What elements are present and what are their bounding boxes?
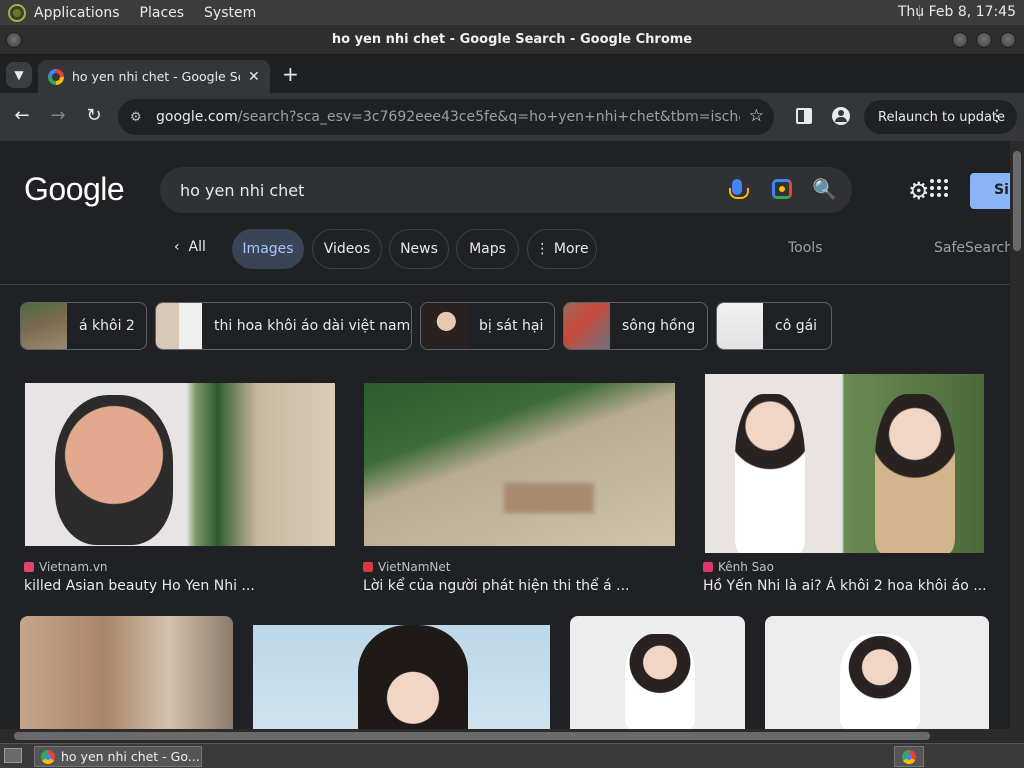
related-thumbnail (21, 303, 67, 349)
vertical-scroll-thumb[interactable] (1013, 151, 1021, 251)
bookmark-star-icon[interactable]: ☆ (749, 106, 764, 126)
profile-avatar-icon[interactable] (832, 107, 850, 125)
relaunch-label: Relaunch to update (878, 109, 1006, 125)
tab-news[interactable]: News (389, 229, 449, 269)
related-search-chip[interactable]: sông hồng (563, 302, 708, 350)
window-title: ho yen nhi chet - Google Search - Google… (331, 32, 693, 47)
tab-title: ho yen nhi chet - Google Sear (72, 69, 240, 84)
result-image[interactable] (570, 616, 745, 729)
source-favicon-icon (24, 562, 34, 572)
related-search-label: sông hồng (622, 318, 696, 334)
more-vert-icon: ⋮ (535, 241, 554, 257)
browser-toolbar: ← → ↻ ⚙ google.com/search?sca_esv=3c7692… (0, 93, 1024, 141)
google-logo[interactable]: Google (24, 171, 125, 208)
related-search-label: thi hoa khôi áo dài việt nam (214, 318, 411, 334)
forward-arrow-icon[interactable]: → (46, 105, 70, 126)
chrome-icon (41, 749, 55, 764)
site-info-icon[interactable]: ⚙ (130, 110, 148, 125)
result-image[interactable] (25, 383, 335, 546)
result-image[interactable] (765, 616, 989, 729)
minimize-button[interactable] (952, 32, 968, 48)
apps-grid-icon[interactable] (930, 179, 948, 197)
vertical-scrollbar[interactable] (1010, 141, 1024, 729)
os-logo-icon[interactable] (8, 3, 26, 22)
search-query[interactable]: ho yen nhi chet (180, 181, 700, 200)
close-window-button[interactable] (1000, 32, 1016, 48)
related-search-chip[interactable]: thi hoa khôi áo dài việt nam (155, 302, 412, 350)
horizontal-scrollbar[interactable] (0, 729, 1024, 743)
related-thumbnail (564, 303, 610, 349)
related-search-chip[interactable]: á khôi 2 (20, 302, 147, 350)
sign-in-button[interactable]: Si (970, 173, 1010, 209)
reload-icon[interactable]: ↻ (82, 105, 106, 126)
tab-images[interactable]: Images (232, 229, 304, 269)
related-search-chip[interactable]: cô gái (716, 302, 832, 350)
taskbar-window-title: ho yen nhi chet - Go... (61, 749, 200, 764)
places-menu[interactable]: Places (140, 5, 185, 21)
result-source[interactable]: VietNamNet (363, 560, 450, 574)
os-top-panel: Applications Places System Thu Feb 8, 17… (0, 0, 1024, 25)
search-icon[interactable]: 🔍 (812, 177, 837, 201)
result-image[interactable] (253, 625, 550, 729)
result-caption[interactable]: killed Asian beauty Ho Yen Nhi ... (24, 578, 255, 594)
tab-search-button[interactable]: ▼ (6, 62, 32, 88)
tools-button[interactable]: Tools (788, 240, 823, 256)
source-favicon-icon (363, 562, 373, 572)
related-thumbnail (717, 303, 763, 349)
result-caption[interactable]: Hồ Yến Nhi là ai? Á khôi 2 hoa khôi áo .… (703, 578, 987, 594)
show-desktop-icon[interactable] (4, 748, 22, 763)
browser-tab[interactable]: ho yen nhi chet - Google Sear ✕ (38, 60, 270, 93)
chevron-down-icon: ▼ (14, 68, 24, 82)
taskbar-window-button[interactable]: ho yen nhi chet - Go... (34, 746, 202, 767)
search-filters: ‹ All Images Videos News Maps ⋮ More Too… (0, 229, 1010, 269)
safesearch-button[interactable]: SafeSearch (934, 240, 1010, 256)
tab-videos[interactable]: Videos (312, 229, 382, 269)
related-search-chip[interactable]: bị sát hại (420, 302, 555, 350)
related-search-label: cô gái (775, 318, 818, 334)
search-input[interactable]: ho yen nhi chet 🔍 (160, 167, 852, 213)
url-text[interactable]: google.com/search?sca_esv=3c7692eee43ce5… (156, 109, 740, 125)
address-bar[interactable]: ⚙ google.com/search?sca_esv=3c7692eee43c… (118, 99, 774, 135)
voice-search-icon[interactable] (729, 179, 749, 199)
tab-close-icon[interactable]: ✕ (248, 69, 260, 85)
result-image[interactable] (705, 374, 984, 553)
horizontal-scroll-thumb[interactable] (14, 732, 930, 740)
search-results-page: Google ho yen nhi chet 🔍 ⚙ Si ‹ All Imag… (0, 141, 1010, 729)
result-caption[interactable]: Lời kể của người phát hiện thi thể á ... (363, 578, 630, 594)
tray-chrome-icon[interactable] (894, 746, 924, 767)
all-filter-link[interactable]: ‹ All (174, 239, 206, 255)
source-favicon-icon (703, 562, 713, 572)
tab-maps[interactable]: Maps (456, 229, 519, 269)
settings-gear-icon[interactable]: ⚙ (908, 177, 930, 205)
result-source[interactable]: Kênh Sao (703, 560, 774, 574)
tab-strip: ▼ ho yen nhi chet - Google Sear ✕ + (0, 56, 1024, 93)
clock[interactable]: Thu Feb 8, 17:45 (898, 4, 1016, 20)
window-titlebar[interactable]: ho yen nhi chet - Google Search - Google… (0, 25, 1024, 55)
divider (0, 284, 1010, 285)
more-vert-icon[interactable]: ⋮ (989, 106, 1005, 125)
result-image[interactable] (364, 383, 675, 546)
related-search-label: á khôi 2 (79, 318, 135, 334)
system-menu[interactable]: System (204, 5, 256, 21)
result-source[interactable]: Vietnam.vn (24, 560, 108, 574)
back-arrow-icon[interactable]: ← (10, 105, 34, 126)
relaunch-button[interactable]: Relaunch to update ⋮ (864, 100, 1017, 134)
lens-search-icon[interactable] (772, 179, 792, 199)
new-tab-button[interactable]: + (282, 62, 299, 86)
side-panel-icon[interactable] (796, 108, 812, 124)
tab-more[interactable]: ⋮ More (527, 229, 597, 269)
related-thumbnail (156, 303, 202, 349)
os-taskbar: ho yen nhi chet - Go... (0, 743, 1024, 768)
applications-menu[interactable]: Applications (34, 5, 120, 21)
related-thumbnail (421, 303, 467, 349)
google-favicon-icon (48, 68, 64, 85)
window-menu-button[interactable] (6, 32, 22, 48)
related-search-label: bị sát hại (479, 318, 544, 334)
maximize-button[interactable] (976, 32, 992, 48)
result-image[interactable] (20, 616, 233, 729)
